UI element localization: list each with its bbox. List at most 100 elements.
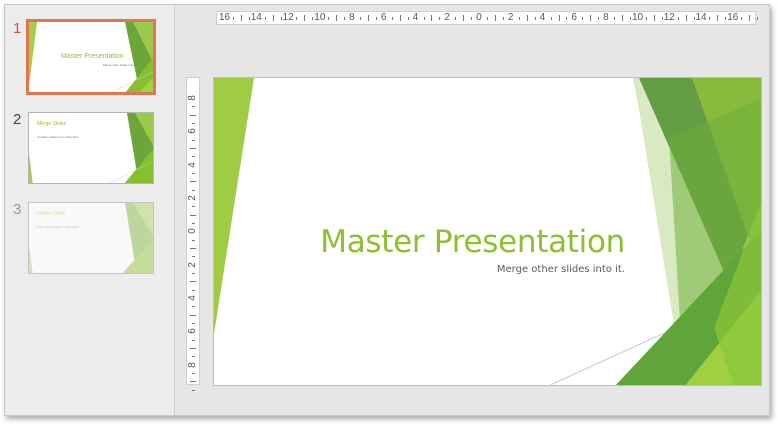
ruler-label: 10	[631, 12, 644, 23]
ruler-label: 14	[250, 12, 262, 23]
ruler-tick	[582, 17, 584, 20]
slide-thumbnail-1[interactable]: Master Presentation Merge other slides i…	[26, 19, 156, 95]
ruler-label: 8	[349, 12, 355, 23]
ruler-tick	[471, 17, 473, 20]
ruler-tick	[661, 17, 663, 20]
slide-editing-pane[interactable]: 16 14 12 10 8 6 4 2 0 2 4 6 8 10 12 14 16 8 6 4 2 0 2 4 6 8 Mast…	[176, 5, 769, 415]
ruler-label: 6	[186, 128, 198, 135]
ruler-tick	[558, 15, 560, 21]
ruler-tick	[192, 223, 195, 224]
ruler-label: 4	[412, 12, 419, 23]
ruler-tick	[190, 314, 196, 316]
ruler-tick	[192, 123, 195, 124]
ruler-tick	[360, 17, 361, 20]
ruler-tick	[190, 381, 196, 383]
ruler-tick	[630, 17, 631, 20]
ruler-label: 0	[186, 228, 198, 235]
ruler-label: 2	[444, 12, 450, 23]
ruler-tick	[749, 15, 751, 21]
ruler-tick	[518, 17, 520, 20]
ruler-tick	[717, 15, 719, 21]
ruler-label: 8	[186, 95, 198, 101]
thumbnail-title: Merge Slides	[37, 121, 67, 127]
ruler-tick	[190, 148, 196, 149]
ruler-label: 16	[727, 12, 739, 23]
slide-canvas[interactable]: Master Presentation Merge other slides i…	[213, 77, 762, 386]
ruler-label: 10	[314, 12, 326, 23]
ruler-tick	[757, 17, 759, 20]
ruler-tick	[423, 17, 425, 20]
slide-thumbnail-3[interactable]: Hidden Slide This slide is hidden in the…	[28, 202, 154, 274]
ruler-label: 16	[219, 12, 231, 23]
ruler-tick	[192, 206, 195, 208]
ruler-tick	[336, 15, 338, 21]
ruler-tick	[192, 289, 195, 291]
ruler-tick	[495, 15, 496, 21]
ruler-label: 8	[186, 361, 198, 368]
ruler-tick	[192, 389, 195, 391]
ruler-label: 2	[186, 261, 198, 268]
thumbnail-title: Hidden Slide	[37, 211, 66, 217]
ruler-tick	[192, 356, 195, 358]
vertical-ruler[interactable]: 8 6 4 2 0 2 4 6 8	[186, 77, 200, 391]
ruler-tick	[709, 17, 711, 20]
ruler-tick	[725, 17, 727, 20]
ruler-tick	[550, 17, 552, 20]
ruler-tick	[192, 156, 195, 158]
ruler-tick	[622, 15, 624, 21]
ruler-label: 6	[380, 12, 387, 23]
slide-number: 1	[13, 20, 22, 37]
ruler-tick	[192, 273, 195, 274]
ruler-tick	[693, 17, 695, 20]
ruler-tick	[304, 15, 306, 21]
ruler-tick	[192, 189, 195, 191]
ruler-tick	[264, 17, 266, 20]
ruler-tick	[296, 17, 298, 20]
thumbnail-subtitle: Combine slides from other files	[37, 135, 79, 139]
ruler-tick	[190, 214, 196, 216]
ruler-label: 4	[186, 295, 198, 301]
thumbnail-row-3-hidden[interactable]: 3 Hidden Slide This slide is hidden in t…	[5, 201, 175, 281]
thumbnail-row-2[interactable]: 2 Merge Slides Combine slides from other…	[5, 111, 175, 191]
ruler-label: 8	[603, 12, 609, 23]
ruler-tick	[590, 15, 592, 21]
ruler-tick	[344, 17, 346, 20]
ruler-tick	[192, 173, 195, 174]
ruler-tick	[653, 15, 655, 21]
slide-number: 3	[13, 201, 22, 218]
thumbnail-row-1[interactable]: 1 Master Presentation Merge other slides…	[5, 19, 175, 100]
ruler-label: 4	[186, 161, 198, 168]
ruler-tick	[248, 17, 250, 20]
ruler-tick	[192, 339, 195, 341]
ruler-tick	[645, 17, 647, 20]
ruler-tick	[391, 17, 393, 20]
ruler-tick	[192, 256, 195, 258]
ruler-tick	[439, 17, 441, 20]
ruler-tick	[399, 15, 401, 21]
slide-thumbnails-pane[interactable]: 1 Master Presentation Merge other slides…	[5, 5, 175, 415]
slide-thumbnail-2[interactable]: Merge Slides Combine slides from other f…	[28, 112, 154, 184]
ruler-tick	[190, 181, 196, 183]
ruler-label: 12	[663, 12, 675, 23]
ruler-tick	[190, 281, 196, 283]
thumbnail-title: Master Presentation	[61, 53, 124, 60]
ruler-tick	[741, 17, 743, 20]
ruler-tick	[502, 17, 504, 20]
slide-subtitle[interactable]: Merge other slides into it.	[497, 264, 625, 275]
ruler-tick	[192, 239, 195, 241]
ruler-tick	[240, 15, 242, 21]
powerpoint-window: 1 Master Presentation Merge other slides…	[4, 4, 770, 416]
ruler-tick	[431, 15, 433, 21]
horizontal-ruler[interactable]: 16 14 12 10 8 6 4 2 0 2 4 6 8 10 12 14 16	[216, 11, 759, 25]
slide-number: 2	[13, 111, 22, 128]
ruler-tick	[566, 17, 568, 20]
slide-title[interactable]: Master Presentation	[320, 224, 625, 260]
ruler-tick	[190, 114, 196, 116]
ruler-tick	[190, 348, 196, 349]
ruler-tick	[455, 17, 457, 20]
ruler-tick	[534, 17, 536, 20]
ruler-tick	[190, 248, 196, 249]
ruler-tick	[614, 17, 616, 20]
thumbnail-subtitle: This slide is hidden in the show	[37, 225, 79, 229]
ruler-tick	[192, 323, 195, 324]
